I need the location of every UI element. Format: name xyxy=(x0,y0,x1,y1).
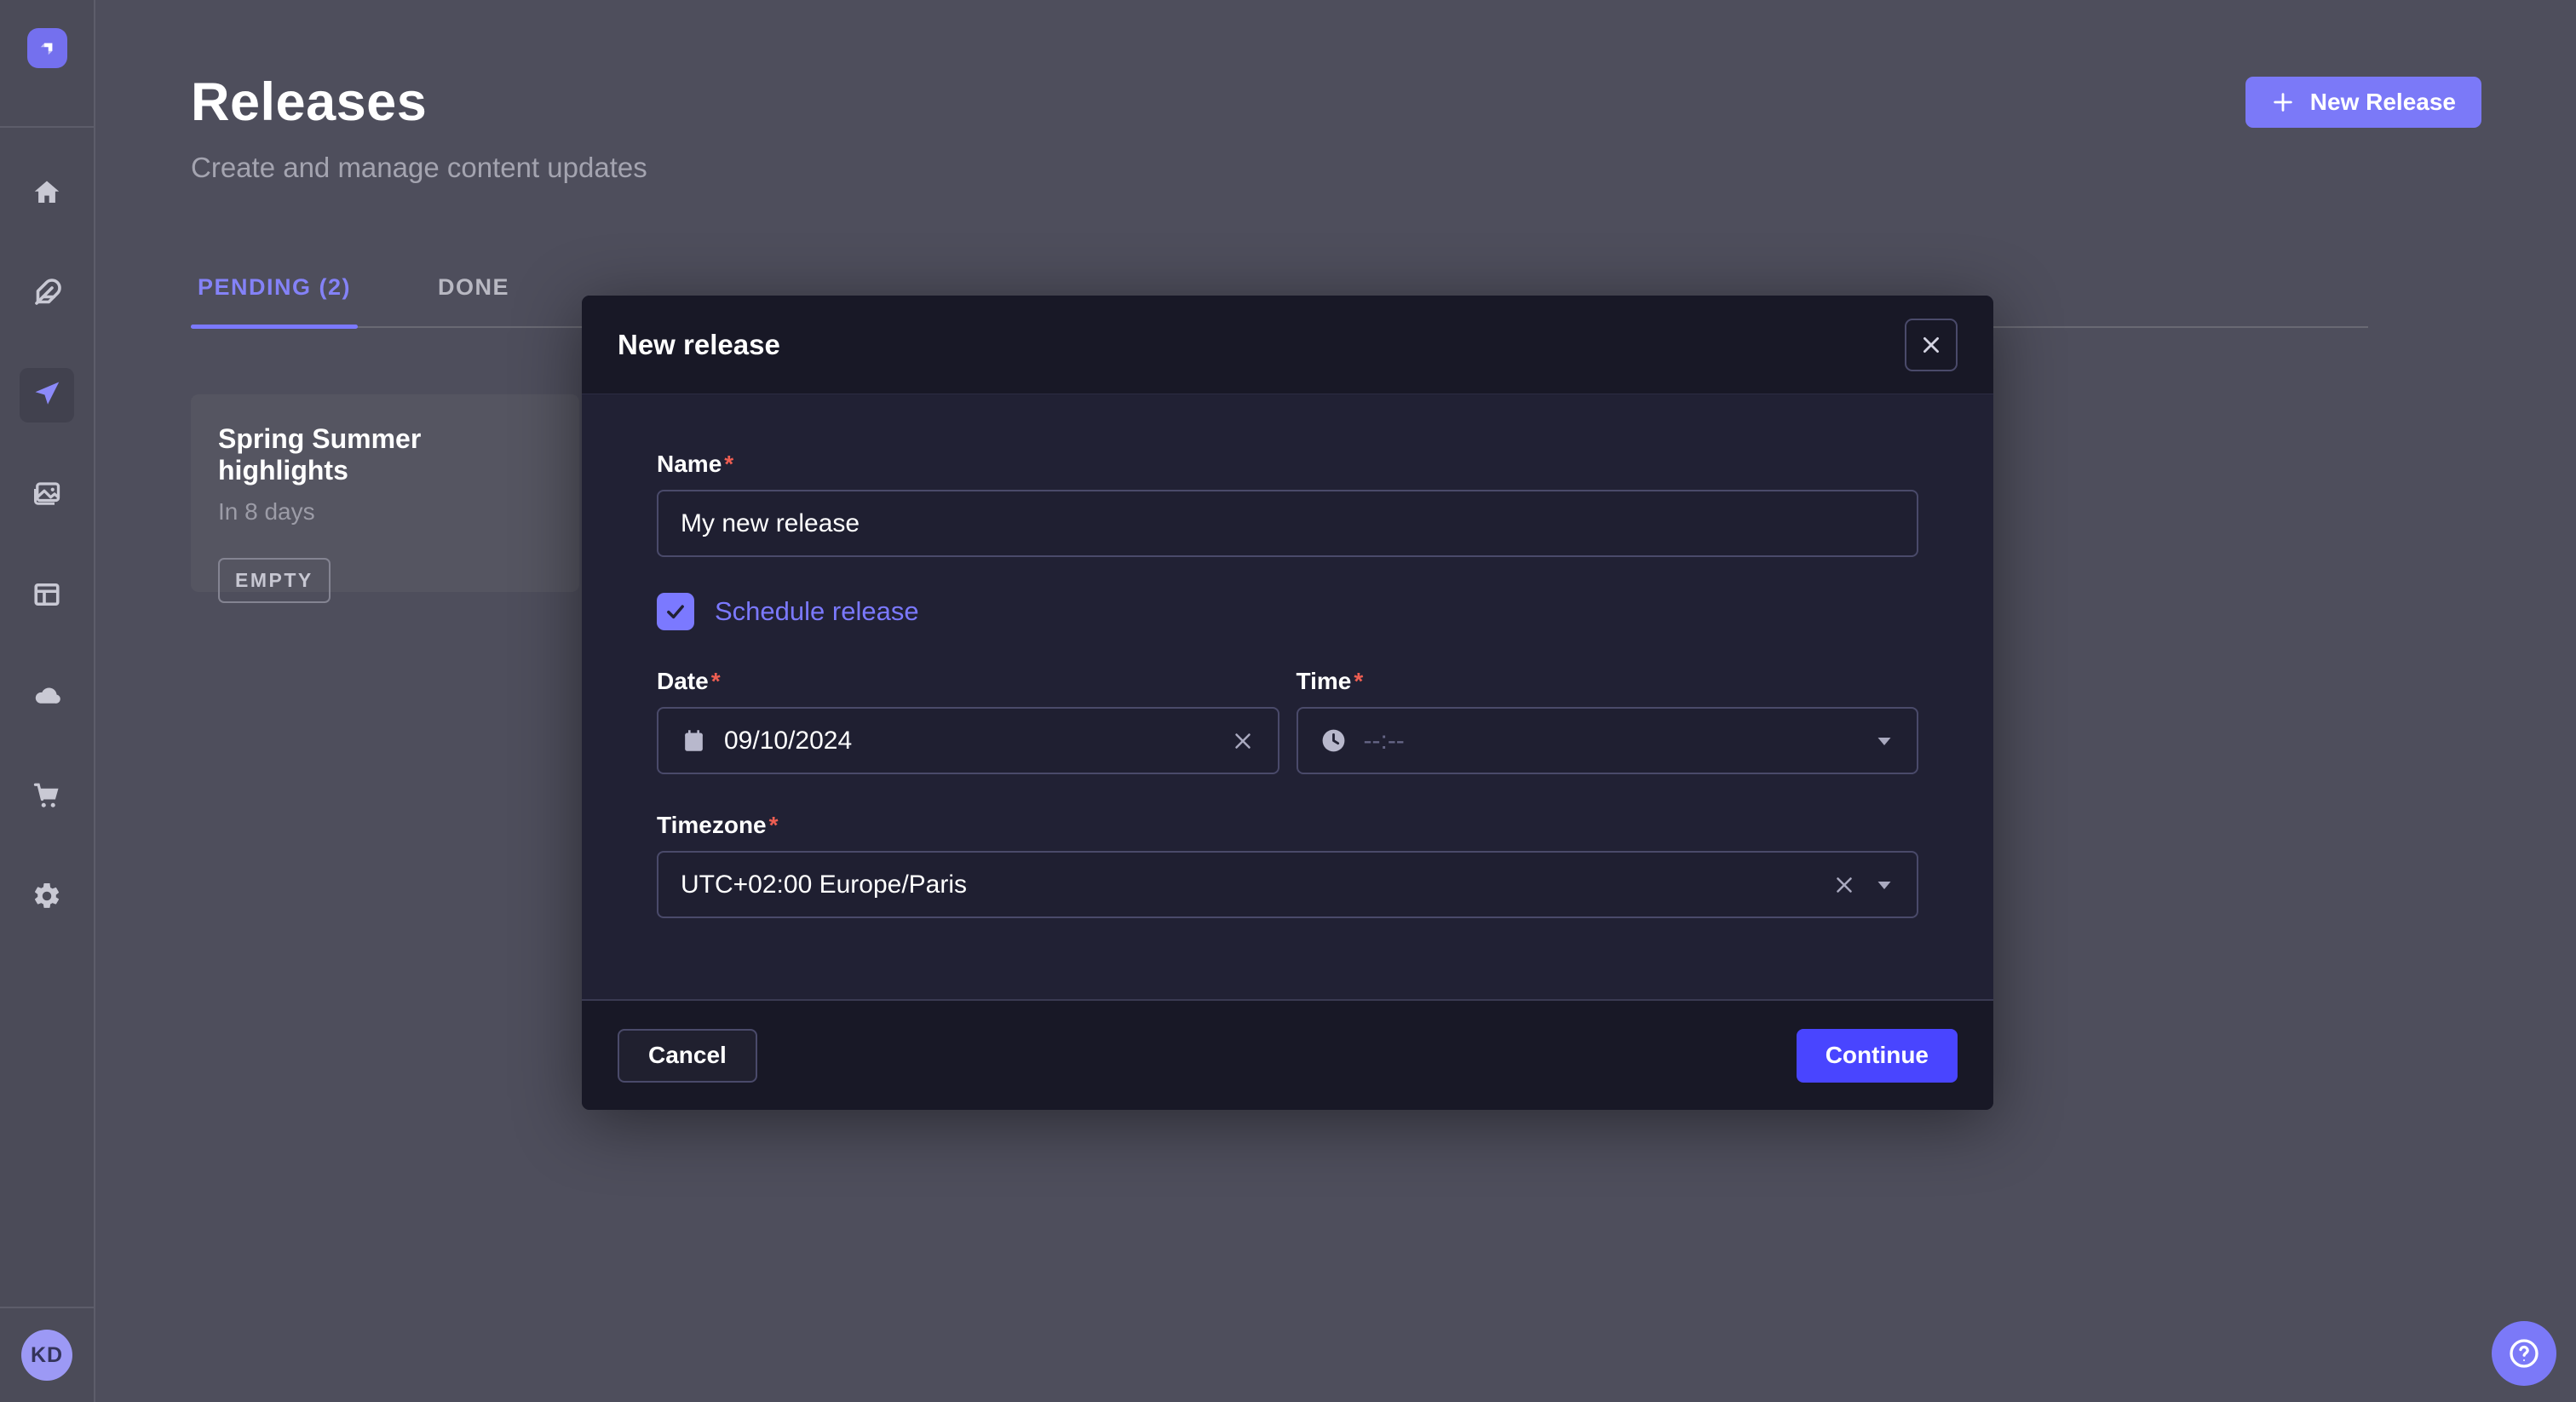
date-field-group: Date* xyxy=(657,668,1279,774)
release-card-subtitle: In 8 days xyxy=(218,498,552,526)
tab-pending[interactable]: PENDING (2) xyxy=(191,274,358,326)
layout-icon xyxy=(32,579,62,614)
cancel-button[interactable]: Cancel xyxy=(618,1029,757,1083)
logo-section xyxy=(0,0,94,128)
new-release-button[interactable]: New Release xyxy=(2245,77,2481,128)
timezone-clear-button[interactable] xyxy=(1831,872,1857,898)
cloud-icon xyxy=(32,680,62,715)
send-icon xyxy=(32,378,62,413)
timezone-dropdown-button[interactable] xyxy=(1874,875,1895,895)
release-card-title: Spring Summer highlights xyxy=(218,423,552,486)
required-marker: * xyxy=(724,451,733,477)
name-field-group: Name* xyxy=(657,451,1918,557)
feather-icon xyxy=(32,278,62,313)
tab-done[interactable]: DONE xyxy=(431,274,516,326)
chevron-down-icon xyxy=(1874,731,1895,751)
time-field-label: Time* xyxy=(1297,668,1919,695)
modal-close-button[interactable] xyxy=(1905,319,1958,371)
schedule-release-checkbox-row[interactable]: Schedule release xyxy=(657,593,1918,630)
close-icon xyxy=(1920,334,1942,356)
release-status-badge: EMPTY xyxy=(218,558,331,603)
sidebar-item-content-manager[interactable] xyxy=(20,569,74,623)
media-library-icon xyxy=(32,479,62,514)
user-avatar[interactable]: KD xyxy=(21,1330,72,1381)
required-marker: * xyxy=(769,812,779,838)
required-marker: * xyxy=(1354,668,1363,694)
settings-icon xyxy=(32,881,62,916)
name-input[interactable] xyxy=(681,509,1895,538)
required-marker: * xyxy=(711,668,721,694)
time-field-group: Time* xyxy=(1297,668,1919,774)
new-release-modal: New release Name* Schedule release xyxy=(582,296,1993,1110)
sidebar-item-content-builder[interactable] xyxy=(20,267,74,322)
sidebar-item-media-library[interactable] xyxy=(20,468,74,523)
time-input-wrap xyxy=(1297,707,1919,774)
calendar-icon xyxy=(681,727,707,754)
sidebar-nav xyxy=(20,167,74,1307)
cart-icon xyxy=(32,780,62,815)
home-icon xyxy=(32,177,62,212)
clock-icon xyxy=(1320,727,1347,754)
page-subtitle: Create and manage content updates xyxy=(191,152,647,184)
sidebar: KD xyxy=(0,0,95,1402)
help-button[interactable] xyxy=(2492,1321,2556,1386)
new-release-button-label: New Release xyxy=(2310,89,2456,116)
date-input[interactable] xyxy=(724,727,1213,756)
modal-title: New release xyxy=(618,329,780,361)
sidebar-item-releases[interactable] xyxy=(20,368,74,422)
help-question-icon xyxy=(2507,1336,2541,1370)
time-dropdown-button[interactable] xyxy=(1874,731,1895,751)
sidebar-item-settings[interactable] xyxy=(20,871,74,925)
date-clear-button[interactable] xyxy=(1230,728,1256,754)
date-input-wrap xyxy=(657,707,1279,774)
modal-footer: Cancel Continue xyxy=(582,999,1993,1110)
page-title: Releases xyxy=(191,72,647,133)
time-input[interactable] xyxy=(1364,727,1858,756)
sidebar-footer: KD xyxy=(0,1307,94,1402)
strapi-logo-icon[interactable] xyxy=(27,28,67,68)
schedule-release-checkbox[interactable] xyxy=(657,593,694,630)
name-field-label: Name* xyxy=(657,451,1918,478)
sidebar-item-deploy[interactable] xyxy=(20,669,74,724)
continue-button[interactable]: Continue xyxy=(1797,1029,1958,1083)
schedule-release-label: Schedule release xyxy=(715,596,919,627)
plus-icon xyxy=(2271,90,2295,114)
timezone-field-label: Timezone* xyxy=(657,812,1918,839)
timezone-field-group: Timezone* xyxy=(657,812,1918,918)
clear-x-icon xyxy=(1230,728,1256,754)
sidebar-item-home[interactable] xyxy=(20,167,74,221)
name-input-wrap xyxy=(657,490,1918,557)
date-time-row: Date* Time* xyxy=(657,668,1918,774)
sidebar-item-marketplace[interactable] xyxy=(20,770,74,825)
page-header: Releases Create and manage content updat… xyxy=(191,72,2481,184)
modal-body: Name* Schedule release Date* xyxy=(582,394,1993,918)
release-card[interactable]: Spring Summer highlights In 8 days EMPTY xyxy=(191,394,579,592)
chevron-down-icon xyxy=(1874,875,1895,895)
checkmark-icon xyxy=(664,600,687,623)
clear-x-icon xyxy=(1831,872,1857,898)
modal-header: New release xyxy=(582,296,1993,394)
date-field-label: Date* xyxy=(657,668,1279,695)
timezone-input-wrap xyxy=(657,851,1918,918)
timezone-input[interactable] xyxy=(681,871,1814,899)
